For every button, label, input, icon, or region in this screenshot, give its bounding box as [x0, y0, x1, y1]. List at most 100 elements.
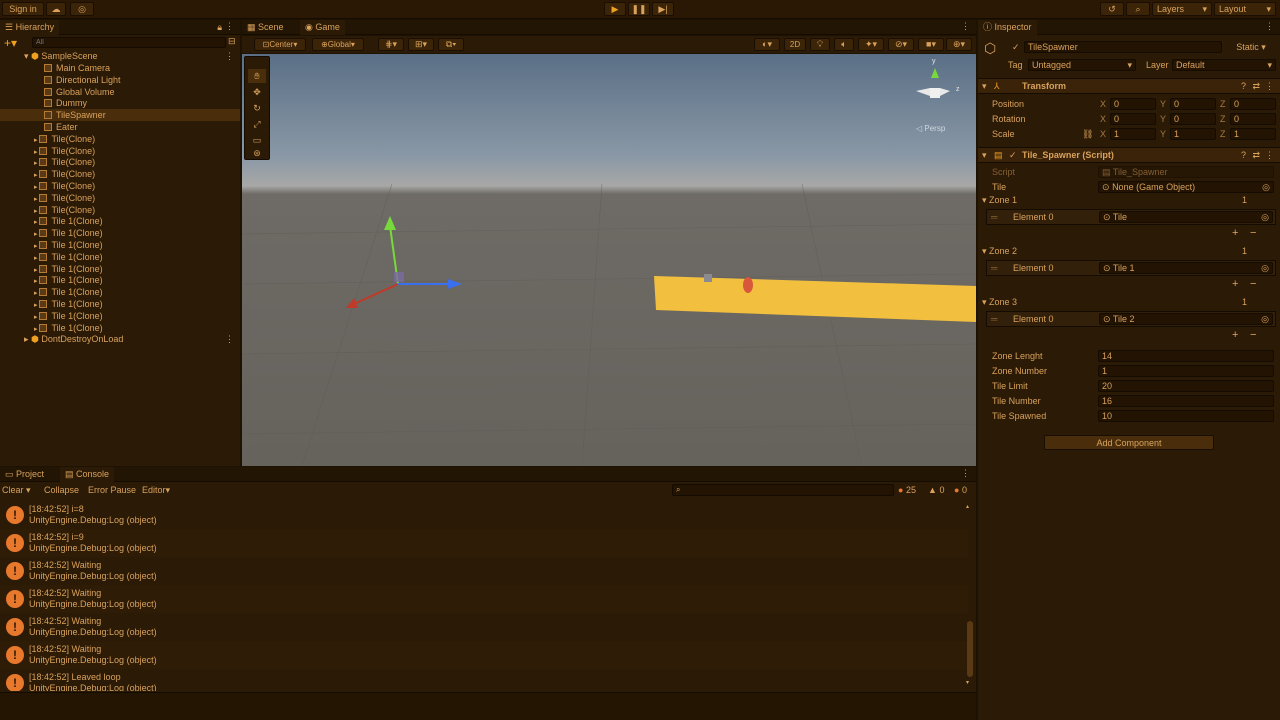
add-element-button[interactable]: + [1232, 329, 1238, 341]
script-field-input[interactable]: 1 [1098, 365, 1274, 377]
scene-gizmo-z[interactable] [940, 88, 950, 96]
script-field-input[interactable]: 10 [1098, 410, 1274, 422]
tab-game[interactable]: ◉ Game [300, 20, 345, 35]
hand-tool-icon[interactable]: ✋︎ [248, 69, 266, 83]
remove-element-button[interactable]: − [1250, 329, 1256, 341]
hierarchy-item[interactable]: ▸ Tile 1(Clone) [0, 239, 240, 251]
lighting-icon[interactable]: 💡︎ [810, 38, 830, 51]
console-search-input[interactable] [672, 484, 894, 496]
scale-x-field[interactable]: 1 [1110, 128, 1156, 140]
script-field-input[interactable]: 20 [1098, 380, 1274, 392]
console-log-entry[interactable]: ! [18:42:52] Leaved loop UnityEngine.Debug… [0, 669, 968, 691]
dummy-object[interactable] [704, 274, 712, 282]
axis-label[interactable]: Z [1220, 98, 1226, 110]
axis-label[interactable]: X [1100, 98, 1106, 110]
chevron-right-icon[interactable]: ▸ [24, 334, 31, 344]
object-name-field[interactable]: TileSpawner [1024, 41, 1222, 53]
zone-size-field[interactable]: 1 [1242, 245, 1247, 257]
help-icon[interactable]: ? [1241, 81, 1246, 91]
hierarchy-search-input[interactable] [32, 37, 226, 48]
position-x-field[interactable]: 0 [1110, 98, 1156, 110]
hierarchy-item[interactable]: ▸ Tile 1(Clone) [0, 298, 240, 310]
element-object-field[interactable]: ⊙ Tile ◎ [1099, 211, 1273, 223]
hierarchy-item[interactable]: TileSpawner [0, 109, 240, 122]
scroll-down-icon[interactable]: ▾ [966, 679, 969, 686]
axis-label[interactable]: Z [1220, 128, 1226, 140]
zone-size-field[interactable]: 1 [1242, 194, 1247, 206]
hierarchy-item[interactable]: ▸ Tile 1(Clone) [0, 251, 240, 263]
history-icon[interactable]: ↺ [1100, 2, 1124, 16]
more-menu-icon[interactable]: ⋮ [1265, 81, 1274, 92]
rect-tool-icon[interactable]: ▭ [248, 133, 266, 147]
scale-y-field[interactable]: 1 [1170, 128, 1216, 140]
scroll-up-icon[interactable]: ▴ [966, 503, 969, 510]
layers-dropdown[interactable]: Layers ▾ [1152, 2, 1212, 16]
zone-foldout[interactable]: ▾ Zone 3 [982, 296, 1017, 308]
lock-icon[interactable]: 🔒︎ [217, 22, 222, 33]
more-menu-icon[interactable]: ⋮ [225, 333, 234, 345]
more-menu-icon[interactable]: ⋮ [1265, 21, 1274, 32]
rotation-z-field[interactable]: 0 [1230, 113, 1276, 125]
zone-size-field[interactable]: 1 [1242, 296, 1247, 308]
script-field-input[interactable]: 16 [1098, 395, 1274, 407]
error-count-toggle[interactable]: ● 0 [954, 484, 967, 496]
scale-z-field[interactable]: 1 [1230, 128, 1276, 140]
drag-handle-icon[interactable]: ═ [991, 314, 997, 324]
preset-icon[interactable]: ⇄ [1252, 150, 1260, 161]
axis-label[interactable]: Y [1160, 98, 1166, 110]
scene-gizmo-cube[interactable] [930, 88, 940, 98]
info-count-toggle[interactable]: ▲ 0 [928, 484, 944, 496]
more-menu-icon[interactable]: ⋮ [1265, 150, 1274, 161]
scene-viewport[interactable]: y z ◁ Persp ✋︎ ✥ ↻ ⤢ ▭ ⊛ [242, 54, 976, 466]
position-y-field[interactable]: 0 [1170, 98, 1216, 110]
hierarchy-item[interactable]: Directional Light [0, 74, 240, 86]
z-axis-arrow[interactable] [448, 279, 462, 289]
more-menu-icon[interactable]: ⋮ [961, 21, 970, 32]
play-icon[interactable]: ▶ [604, 2, 626, 16]
tab-scene[interactable]: ▦ Scene [242, 20, 289, 35]
more-menu-icon[interactable]: ⋮ [225, 21, 234, 32]
dontdestroy-scene-row[interactable]: ▸ ⬢ DontDestroyOnLoad ⋮ [0, 333, 240, 345]
static-toggle[interactable]: Static ▾ [1226, 41, 1276, 53]
error-pause-toggle[interactable]: Error Pause [88, 484, 136, 496]
hierarchy-item[interactable]: ▸ Tile 1(Clone) [0, 215, 240, 227]
remove-element-button[interactable]: − [1250, 227, 1256, 239]
transform-header[interactable]: ▾ ⅄ Transform ? ⇄ ⋮ [978, 78, 1280, 94]
hierarchy-item[interactable]: ▸ Tile(Clone) [0, 180, 240, 192]
remove-element-button[interactable]: − [1250, 278, 1256, 290]
grid-plane-icon[interactable]: ⧉▾ [438, 38, 464, 51]
preset-icon[interactable]: ⇄ [1252, 81, 1260, 92]
search-icon[interactable]: ⌕ [1126, 2, 1150, 16]
cloud-icon[interactable]: ☁ [46, 2, 66, 16]
axis-label[interactable]: X [1100, 113, 1106, 125]
hierarchy-item[interactable]: ▸ Tile(Clone) [0, 204, 240, 216]
hierarchy-item[interactable]: ▸ Tile 1(Clone) [0, 310, 240, 322]
axis-label[interactable]: Y [1160, 128, 1166, 140]
console-log-entry[interactable]: ! [18:42:52] Waiting UnityEngine.Debug:Log… [0, 641, 968, 669]
console-log-entry[interactable]: ! [18:42:52] i=9 UnityEngine.Debug:Log (ob… [0, 529, 968, 557]
script-header[interactable]: ▾ ▤ ✓ Tile_Spawner (Script) ? ⇄ ⋮ [978, 147, 1280, 163]
axis-label[interactable]: Y [1160, 113, 1166, 125]
scroll-thumb[interactable] [967, 621, 973, 677]
sign-in-button[interactable]: Sign in [2, 2, 44, 16]
axis-label[interactable]: Z [1220, 113, 1226, 125]
script-field-input[interactable]: 14 [1098, 350, 1274, 362]
hierarchy-item[interactable]: ▸ Tile 1(Clone) [0, 227, 240, 239]
element-object-field[interactable]: ⊙ Tile 2 ◎ [1099, 313, 1273, 325]
object-picker-icon[interactable]: ◎ [1261, 263, 1269, 273]
scale-tool-icon[interactable]: ⤢ [248, 117, 266, 131]
snap-increment-icon[interactable]: ⊞▾ [408, 38, 434, 51]
script-enabled-checkbox[interactable]: ✓ [1009, 150, 1017, 161]
tab-hierarchy[interactable]: ☰ Hierarchy [0, 20, 60, 35]
persp-label[interactable]: ◁ Persp [916, 124, 945, 133]
hierarchy-item[interactable]: Global Volume [0, 86, 240, 98]
tab-inspector[interactable]: ⓘ Inspector [978, 20, 1037, 35]
console-scrollbar[interactable]: ▴ ▾ [966, 503, 974, 687]
more-menu-icon[interactable]: ⋮ [225, 50, 234, 62]
audio-icon[interactable]: 🔈︎ [834, 38, 854, 51]
more-menu-icon[interactable]: ⋮ [961, 468, 970, 479]
hierarchy-item[interactable]: Dummy [0, 97, 240, 109]
transform-tool-icon[interactable]: ⊛ [248, 147, 266, 159]
rotation-x-field[interactable]: 0 [1110, 113, 1156, 125]
pause-icon[interactable]: ❚❚ [628, 2, 650, 16]
